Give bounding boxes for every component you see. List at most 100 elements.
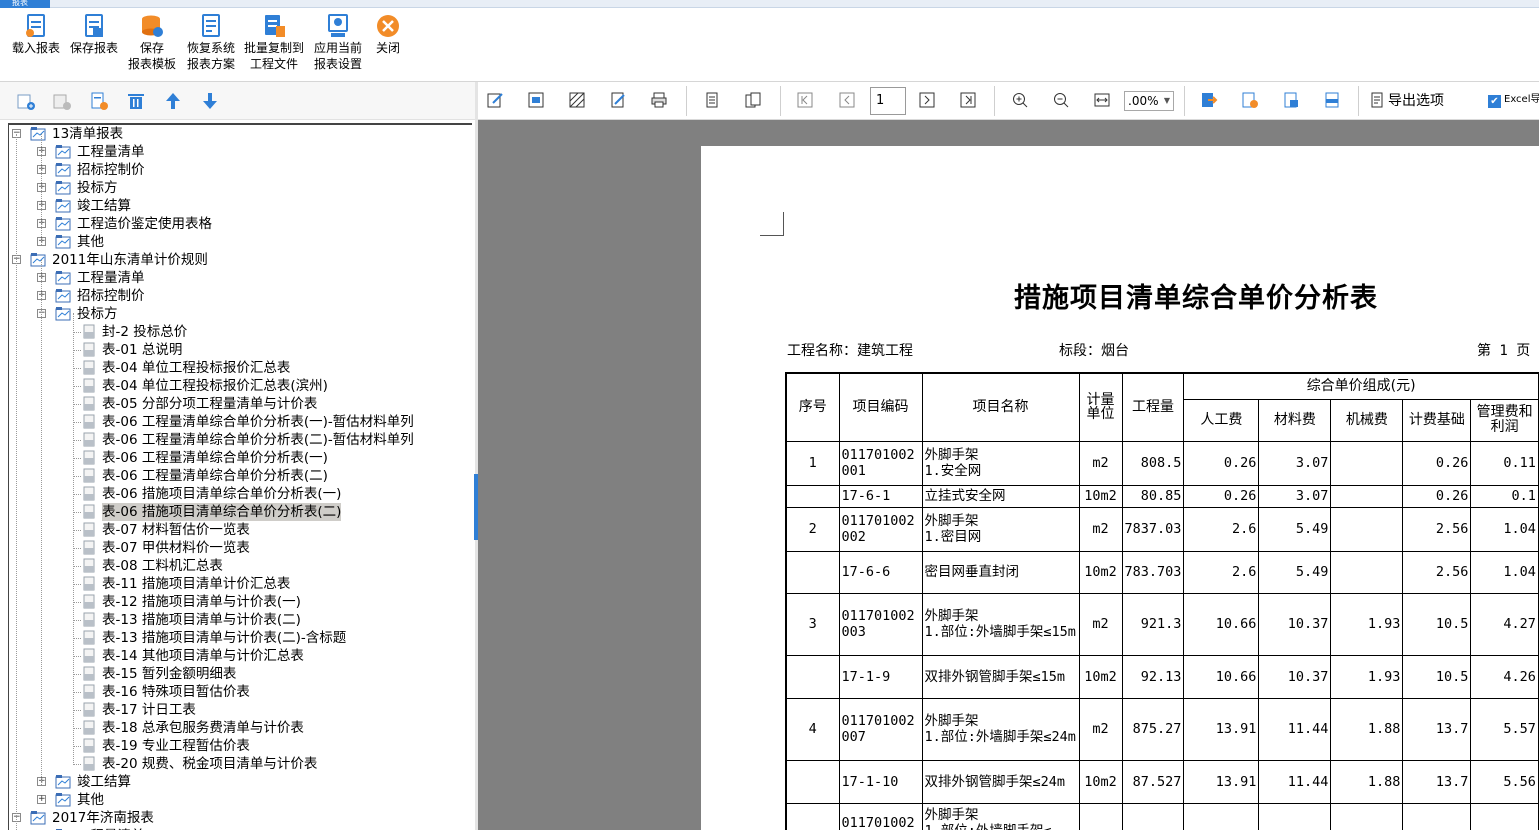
close-label: 关闭: [375, 41, 400, 55]
tree-node-label: 表-19 专业工程暂估价表: [102, 738, 250, 754]
cell-material: 11.44: [1258, 759, 1332, 804]
table-row: 17-6-6 密目网垂直封闭 10m2 783.703 2.6 5.49 2.56 1.04: [785, 550, 1539, 594]
cell-machine: 1.93: [1330, 654, 1404, 699]
tree-node-label: 投标方: [77, 306, 118, 322]
restore-scheme-button[interactable]: 恢复系统 报表方案: [184, 13, 238, 72]
print-icon[interactable]: [650, 91, 668, 109]
tree-node-label: 表-01 总说明: [102, 342, 183, 358]
tree-connector: [73, 368, 81, 369]
report-folder-icon: [55, 180, 71, 195]
cell-code: 17-6-6: [838, 550, 923, 594]
cell-seq: 4: [785, 697, 840, 761]
tree-connector: [73, 422, 81, 423]
close-button[interactable]: 关闭: [370, 13, 406, 56]
tree-node-n8[interactable]: + 工程量清单: [9, 269, 472, 287]
tree-node-label: 工程量清单: [77, 270, 145, 286]
tree-node-label: 招标控制价: [77, 288, 145, 304]
next-page-icon[interactable]: [918, 91, 936, 109]
export-options-button[interactable]: 导出选项: [1370, 91, 1444, 111]
tree-node-n10[interactable]: − 投标方: [9, 305, 472, 323]
cell-code: 011701002003: [838, 592, 923, 656]
export-arrow-icon[interactable]: [1200, 91, 1218, 109]
page-number-input[interactable]: 1: [870, 87, 906, 115]
tree-node-n38[interactable]: −2017年济南报表: [9, 809, 472, 827]
cell-base: [1402, 802, 1472, 830]
report-preview-area[interactable]: 措施项目清单综合单价分析表 工程名称：建筑工程 标段：烟台 第 1 页 序号 项…: [478, 120, 1539, 830]
tree-node-n0[interactable]: −13清单报表: [9, 125, 472, 143]
zoom-in-icon[interactable]: [1011, 91, 1029, 109]
report-file-icon: [81, 342, 97, 357]
cell-qty: 808.5: [1121, 440, 1185, 486]
report-file-icon: [81, 504, 97, 519]
zoom-select[interactable]: .00% ▼: [1124, 91, 1174, 111]
report-file-icon: [81, 756, 97, 771]
tree-node-n7[interactable]: −2011年山东清单计价规则: [9, 251, 472, 269]
cell-labor: 10.66: [1183, 654, 1260, 699]
tree-node-n6[interactable]: + 其他: [9, 233, 472, 251]
tree-node-n3[interactable]: + 投标方: [9, 179, 472, 197]
tree-node-label: 表-06 措施项目清单综合单价分析表(二): [102, 503, 342, 521]
apply-settings-button[interactable]: 应用当前 报表设置: [311, 13, 365, 72]
load-report-button[interactable]: 载入报表: [10, 13, 62, 56]
new-report-icon[interactable]: [89, 91, 109, 111]
fit-width-icon[interactable]: [1093, 91, 1111, 109]
report-folder-icon: [55, 234, 71, 249]
export-pdf-icon[interactable]: [1323, 91, 1341, 109]
tree-node-label: 工程量清单: [77, 144, 145, 160]
edit-icon[interactable]: [486, 91, 504, 109]
expand-toggle-icon[interactable]: +: [37, 795, 46, 804]
cell-name: 外脚手架 1.部位:外墙脚手架≤: [921, 802, 1080, 830]
tree-connector: [73, 674, 81, 675]
hatch-icon[interactable]: [568, 91, 586, 109]
zoom-out-icon[interactable]: [1052, 91, 1070, 109]
report-file-icon: [81, 324, 97, 339]
tree-connector: [16, 134, 17, 830]
cell-name: 外脚手架 1.安全网: [921, 440, 1080, 486]
table-row: 1 011701002001 外脚手架 1.安全网 m2 808.5 0.26 3.07 0.…: [785, 440, 1539, 486]
cell-seq: [785, 654, 840, 699]
report-file-icon: [81, 648, 97, 663]
page-edit-icon[interactable]: [609, 91, 627, 109]
tab-report[interactable]: 报表: [0, 0, 50, 8]
toolbar-separator: [780, 86, 781, 116]
cell-material: 3.07: [1258, 484, 1332, 508]
prev-page-icon[interactable]: [838, 91, 856, 109]
cell-mgmt: 1.04: [1470, 550, 1539, 594]
design-icon[interactable]: [527, 91, 545, 109]
header-qty: 工程量: [1121, 372, 1185, 442]
batch-copy-button[interactable]: 批量复制到 工程文件: [243, 13, 305, 72]
move-down-icon[interactable]: [200, 91, 220, 111]
tree-connector: [73, 476, 81, 477]
multi-page-icon[interactable]: [744, 91, 762, 109]
table-row: 17-1-10 双排外钢管脚手架≤24m 10m2 87.527 13.91 11.44 1…: [785, 759, 1539, 804]
export-word-icon[interactable]: [1282, 91, 1300, 109]
report-file-icon: [81, 450, 97, 465]
save-report-button[interactable]: 保存报表: [68, 13, 120, 56]
tree-node-n1[interactable]: + 工程量清单: [9, 143, 472, 161]
save-template-button[interactable]: 保存 报表模板: [126, 13, 178, 72]
tree-node-n5[interactable]: + 工程造价鉴定使用表格: [9, 215, 472, 233]
tree-node-label: 表-14 其他项目清单与计价汇总表: [102, 648, 304, 664]
tree-node-n2[interactable]: + 招标控制价: [9, 161, 472, 179]
export-excel-icon[interactable]: [1241, 91, 1259, 109]
cell-name: 外脚手架 1.部位:外墙脚手架≤15m: [921, 592, 1080, 656]
folder-disabled-icon[interactable]: [52, 91, 72, 111]
last-page-icon[interactable]: [959, 91, 977, 109]
tree-node-n4[interactable]: + 竣工结算: [9, 197, 472, 215]
tree-node-n36[interactable]: + 竣工结算: [9, 773, 472, 791]
first-page-icon[interactable]: [796, 91, 814, 109]
new-folder-icon[interactable]: [16, 91, 36, 111]
delete-icon[interactable]: [126, 91, 146, 111]
cell-code: 011701002002: [838, 506, 923, 552]
excel-export-checkbox[interactable]: ✔ Excel导: [1488, 92, 1539, 108]
tree-node-label: 竣工结算: [77, 774, 131, 790]
move-up-icon[interactable]: [163, 91, 183, 111]
single-page-icon[interactable]: [703, 91, 721, 109]
cell-seq: [785, 550, 840, 594]
report-file-icon: [81, 432, 97, 447]
tree-node-n9[interactable]: + 招标控制价: [9, 287, 472, 305]
header-seq: 序号: [785, 372, 840, 442]
tree-node-n37[interactable]: + 其他: [9, 791, 472, 809]
cell-seq: 3: [785, 592, 840, 656]
apply-settings-label-1: 应用当前: [313, 41, 362, 55]
